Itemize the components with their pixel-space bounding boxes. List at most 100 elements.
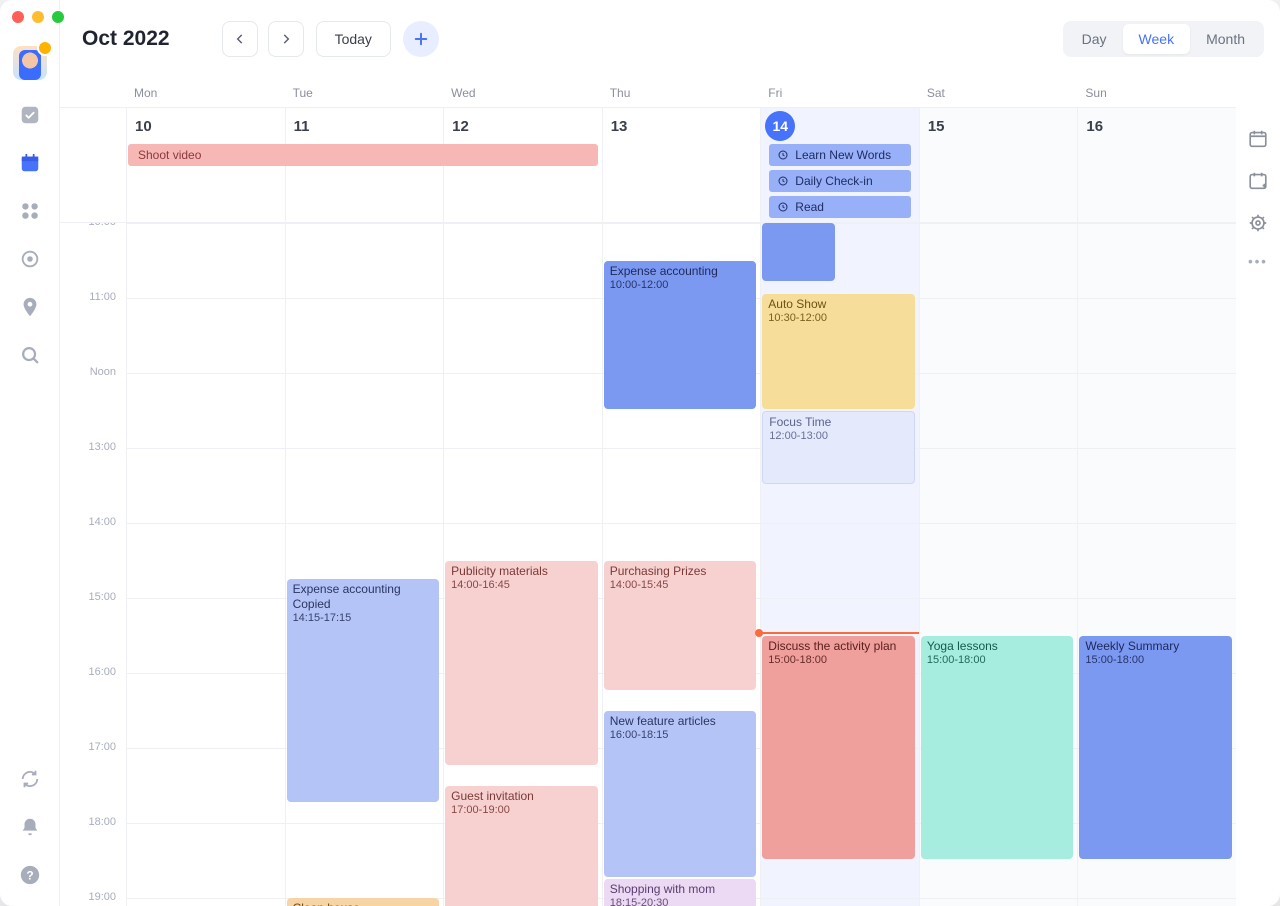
day-cell[interactable]: 13 xyxy=(602,108,761,222)
event-focus-time[interactable]: Focus Time 12:00-13:00 xyxy=(762,411,915,484)
apps-icon[interactable] xyxy=(19,200,41,222)
view-week-button[interactable]: Week xyxy=(1123,24,1191,54)
event-prizes[interactable]: Purchasing Prizes 14:00-15:45 xyxy=(604,561,757,690)
dow-label: Thu xyxy=(602,78,761,107)
event-discuss[interactable]: Discuss the activity plan 15:00-18:00 xyxy=(762,636,915,859)
app-window: ? ••• Oct 2022 Today Day Week M xyxy=(0,0,1280,906)
close-icon[interactable] xyxy=(12,11,24,23)
event-friday-block[interactable] xyxy=(762,223,835,281)
event-time: 17:00-19:00 xyxy=(451,804,592,818)
avatar[interactable] xyxy=(13,46,47,80)
schedule-icon[interactable] xyxy=(1247,170,1269,192)
dow-label: Mon xyxy=(126,78,285,107)
event-summary[interactable]: Weekly Summary 15:00-18:00 xyxy=(1079,636,1232,859)
event-yoga[interactable]: Yoga lessons 15:00-18:00 xyxy=(921,636,1074,859)
event-title: New feature articles xyxy=(610,714,751,729)
minimize-icon[interactable] xyxy=(32,11,44,23)
day-cell[interactable]: 16 xyxy=(1077,108,1236,222)
add-button[interactable] xyxy=(403,21,439,57)
day-cell-today[interactable]: 14 Learn New Words Daily Check-in Read xyxy=(760,108,919,222)
settings-icon[interactable] xyxy=(1247,212,1269,234)
day-number: 16 xyxy=(1086,118,1103,135)
clock-icon xyxy=(777,149,789,161)
view-toggle: Day Week Month xyxy=(1063,21,1264,57)
event-time: 10:30-12:00 xyxy=(768,312,909,326)
event-time: 14:15-17:15 xyxy=(293,612,434,626)
day-number: 15 xyxy=(928,118,945,135)
day-number: 12 xyxy=(452,118,469,135)
dow-header: Mon Tue Wed Thu Fri Sat Sun xyxy=(60,78,1236,108)
prev-button[interactable] xyxy=(222,21,258,57)
event-expense-tue[interactable]: Expense accounting Copied 14:15-17:15 xyxy=(287,579,440,802)
target-icon[interactable] xyxy=(19,248,41,270)
event-title: Weekly Summary xyxy=(1085,639,1226,654)
svg-text:?: ? xyxy=(26,869,33,883)
event-time: 18:15-20:30 xyxy=(610,897,751,906)
zoom-icon[interactable] xyxy=(52,11,64,23)
habit-chip[interactable]: Learn New Words xyxy=(769,144,911,166)
today-badge: 14 xyxy=(765,111,795,141)
sync-icon[interactable] xyxy=(19,768,41,790)
event-title: Discuss the activity plan xyxy=(768,639,909,654)
dow-label: Sat xyxy=(919,78,1078,107)
month-title: Oct 2022 xyxy=(82,27,170,51)
event-title: Expense accounting Copied xyxy=(293,582,434,612)
event-time: 14:00-16:45 xyxy=(451,579,592,593)
dow-label: Fri xyxy=(760,78,919,107)
event-time: 15:00-18:00 xyxy=(1085,654,1226,668)
event-title: Clean house xyxy=(293,901,434,906)
event-title: Guest invitation xyxy=(451,789,592,804)
habit-title: Daily Check-in xyxy=(795,174,872,188)
next-button[interactable] xyxy=(268,21,304,57)
view-day-button[interactable]: Day xyxy=(1066,24,1123,54)
event-time: 12:00-13:00 xyxy=(769,430,908,444)
today-button[interactable]: Today xyxy=(316,21,391,57)
mini-calendar-icon[interactable] xyxy=(1247,128,1269,150)
event-guest-inv[interactable]: Guest invitation 17:00-19:00 xyxy=(445,786,598,906)
more-icon[interactable]: ••• xyxy=(1248,254,1268,269)
dow-label: Tue xyxy=(285,78,444,107)
event-publicity[interactable]: Publicity materials 14:00-16:45 xyxy=(445,561,598,765)
habit-title: Read xyxy=(795,200,824,214)
habit-chip[interactable]: Read xyxy=(769,196,911,218)
bell-icon[interactable] xyxy=(19,816,41,838)
event-clean-house[interactable]: Clean house 18:30-21:00 xyxy=(287,898,440,906)
event-title: Yoga lessons xyxy=(927,639,1068,654)
event-auto-show[interactable]: Auto Show 10:30-12:00 xyxy=(762,294,915,408)
sidebar-right: ••• xyxy=(1236,78,1280,906)
day-number: 13 xyxy=(611,118,628,135)
event-time: 14:00-15:45 xyxy=(610,579,751,593)
dow-label: Sun xyxy=(1077,78,1236,107)
event-shopping[interactable]: Shopping with mom 18:15-20:30 xyxy=(604,879,757,906)
calendar-header: Oct 2022 Today Day Week Month xyxy=(60,0,1280,78)
event-title: Focus Time xyxy=(769,415,908,430)
avatar-badge-icon xyxy=(37,40,53,56)
event-title: Auto Show xyxy=(768,297,909,312)
habit-chip[interactable]: Daily Check-in xyxy=(769,170,911,192)
view-month-button[interactable]: Month xyxy=(1190,24,1261,54)
event-time: 10:00-12:00 xyxy=(610,279,751,293)
dow-label: Wed xyxy=(443,78,602,107)
checkbox-icon[interactable] xyxy=(19,104,41,126)
sidebar-left: ? xyxy=(0,0,60,906)
search-icon[interactable] xyxy=(19,344,41,366)
habit-title: Learn New Words xyxy=(795,148,891,162)
help-icon[interactable]: ? xyxy=(19,864,41,886)
clock-icon xyxy=(777,201,789,213)
location-icon[interactable] xyxy=(19,296,41,318)
event-time: 15:00-18:00 xyxy=(768,654,909,668)
event-title: Purchasing Prizes xyxy=(610,564,751,579)
event-title: Shoot video xyxy=(138,148,201,162)
day-number: 10 xyxy=(135,118,152,135)
event-title: Expense accounting xyxy=(610,264,751,279)
day-number: 11 xyxy=(294,118,310,135)
day-cell[interactable]: 15 xyxy=(919,108,1078,222)
event-new-feature[interactable]: New feature articles 16:00-18:15 xyxy=(604,711,757,878)
event-title: Publicity materials xyxy=(451,564,592,579)
calendar-icon[interactable] xyxy=(19,152,41,174)
event-title: Shopping with mom xyxy=(610,882,751,897)
allday-event-shoot-video[interactable]: Shoot video xyxy=(128,144,598,166)
event-time: 15:00-18:00 xyxy=(927,654,1068,668)
event-expense-thu[interactable]: Expense accounting 10:00-12:00 xyxy=(604,261,757,409)
time-grid: 10:0011:00Noon13:0014:0015:0016:0017:001… xyxy=(60,223,1236,906)
